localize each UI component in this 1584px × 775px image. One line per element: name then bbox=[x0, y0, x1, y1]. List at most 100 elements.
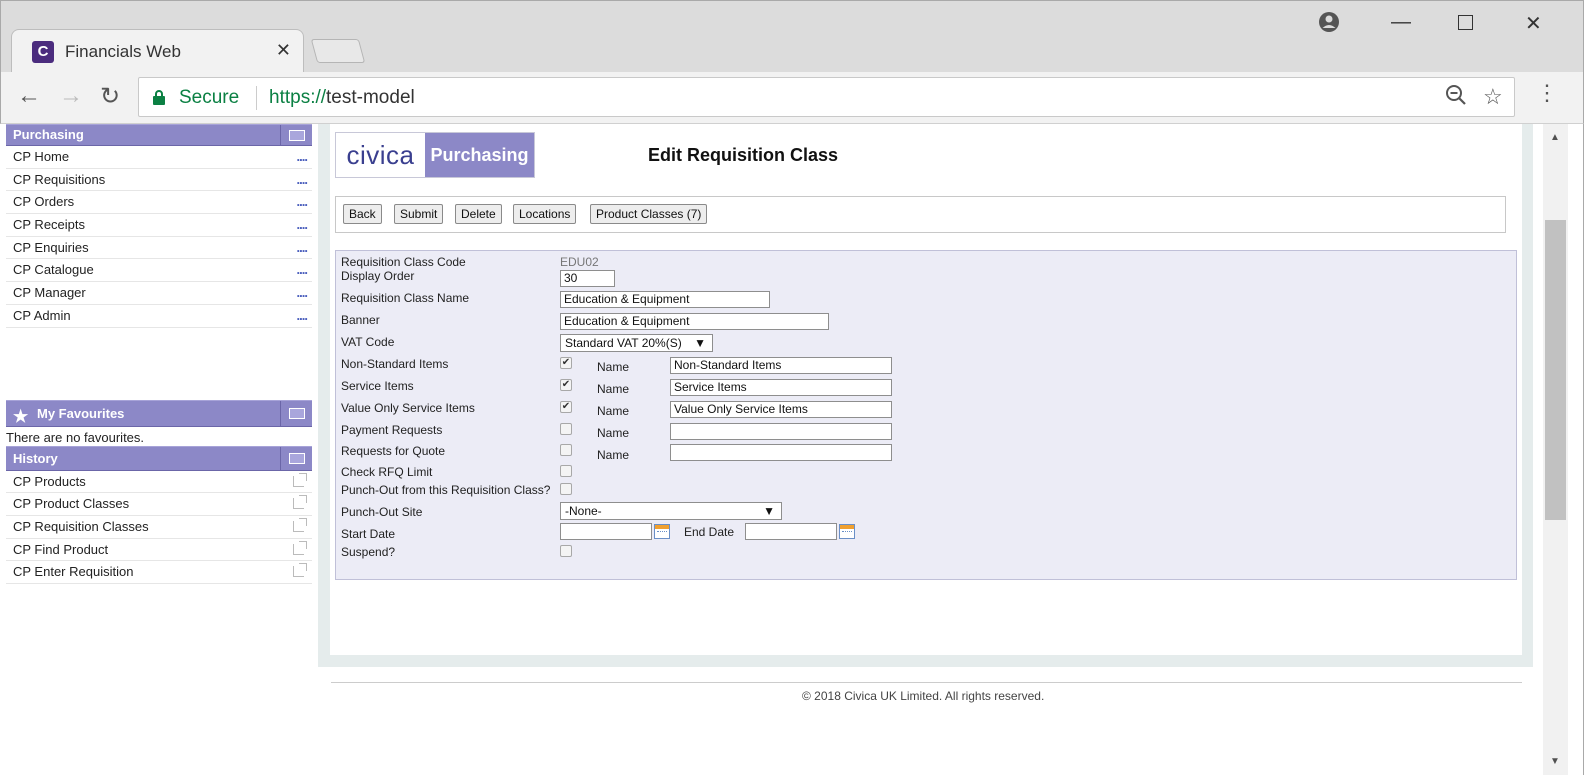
value-only-name-field[interactable]: Value Only Service Items bbox=[670, 401, 892, 418]
history-item-label: CP Enter Requisition bbox=[13, 564, 134, 580]
open-external-icon[interactable] bbox=[293, 472, 307, 487]
page-scrollbar[interactable]: ▲ ▼ bbox=[1543, 124, 1568, 775]
dropdown-arrow-icon: ▼ bbox=[763, 504, 775, 518]
check-rfq-limit-label: Check RFQ Limit bbox=[341, 465, 433, 479]
end-date-field[interactable] bbox=[745, 523, 837, 540]
more-options-icon[interactable]: .... bbox=[297, 146, 308, 167]
service-items-name-field[interactable]: Service Items bbox=[670, 379, 892, 396]
browser-menu-icon[interactable]: ⋮ bbox=[1536, 80, 1558, 106]
forward-arrow-icon[interactable]: → bbox=[59, 82, 83, 110]
new-tab-button[interactable] bbox=[310, 39, 366, 63]
open-external-icon[interactable] bbox=[293, 495, 307, 510]
vat-code-select[interactable]: Standard VAT 20%(S) ▼ bbox=[560, 334, 713, 352]
locations-button[interactable]: Locations bbox=[513, 204, 577, 224]
reload-icon[interactable]: ↻ bbox=[100, 82, 120, 111]
menu-item-label: CP Home bbox=[13, 149, 70, 164]
rfq-checkbox[interactable] bbox=[560, 444, 572, 456]
page-title: Edit Requisition Class bbox=[648, 145, 839, 165]
check-rfq-limit-checkbox[interactable] bbox=[560, 465, 572, 477]
scroll-up-icon[interactable]: ▲ bbox=[1550, 132, 1560, 143]
address-bar[interactable]: Secure https://test-model ☆ bbox=[138, 77, 1515, 117]
history-item-label: CP Products bbox=[13, 473, 86, 489]
sidebar-item-cp-manager[interactable]: CP Manager.... bbox=[6, 282, 312, 305]
tab-close-icon[interactable]: ✕ bbox=[276, 40, 291, 61]
url-text[interactable]: https://test-model bbox=[269, 87, 415, 109]
end-date-calendar-icon[interactable] bbox=[839, 524, 855, 539]
favourites-toggle-button[interactable] bbox=[280, 400, 312, 427]
sidebar-item-cp-receipts[interactable]: CP Receipts.... bbox=[6, 214, 312, 237]
zoom-out-icon[interactable] bbox=[1445, 84, 1467, 112]
punchout-site-select[interactable]: -None- ▼ bbox=[560, 502, 782, 520]
non-standard-checkbox[interactable]: ✔ bbox=[560, 357, 572, 369]
more-options-icon[interactable]: .... bbox=[297, 214, 308, 235]
window-close-icon[interactable]: ✕ bbox=[1525, 11, 1542, 36]
bookmark-star-icon[interactable]: ☆ bbox=[1483, 84, 1503, 110]
payment-requests-checkbox[interactable] bbox=[560, 423, 572, 435]
more-options-icon[interactable]: .... bbox=[297, 259, 308, 280]
non-standard-name-field[interactable]: Non-Standard Items bbox=[670, 357, 892, 374]
product-classes-button[interactable]: Product Classes (7) bbox=[590, 204, 708, 224]
panel-toggle-button[interactable] bbox=[280, 125, 312, 146]
banner-field[interactable]: Education & Equipment bbox=[560, 313, 829, 330]
suspend-checkbox[interactable] bbox=[560, 545, 572, 557]
open-external-icon[interactable] bbox=[293, 540, 307, 555]
rfq-label: Requests for Quote bbox=[341, 444, 446, 458]
logo-brand: civica bbox=[336, 133, 425, 177]
maximize-icon[interactable] bbox=[1458, 15, 1473, 30]
menu-item-label: CP Requisitions bbox=[13, 171, 106, 187]
sidebar-item-cp-orders[interactable]: CP Orders.... bbox=[6, 191, 312, 215]
submit-button[interactable]: Submit bbox=[394, 204, 444, 224]
back-button[interactable]: Back bbox=[343, 204, 382, 224]
minimize-icon[interactable]: — bbox=[1391, 11, 1411, 34]
value-only-checkbox[interactable]: ✔ bbox=[560, 401, 572, 413]
sidebar-item-cp-admin[interactable]: CP Admin.... bbox=[6, 305, 312, 328]
sidebar-item-cp-home[interactable]: CP Home.... bbox=[6, 146, 312, 169]
class-name-field[interactable]: Education & Equipment bbox=[560, 291, 770, 308]
display-order-field[interactable]: 30 bbox=[560, 270, 615, 287]
sidebar-item-cp-requisitions[interactable]: CP Requisitions.... bbox=[6, 169, 312, 192]
history-item-label: CP Requisition Classes bbox=[13, 518, 149, 534]
dropdown-arrow-icon: ▼ bbox=[694, 336, 706, 350]
scrollbar-thumb[interactable] bbox=[1545, 220, 1566, 520]
more-options-icon[interactable]: .... bbox=[297, 305, 308, 326]
browser-tab[interactable]: C Financials Web ✕ bbox=[11, 29, 304, 73]
service-items-name-label: Name bbox=[597, 382, 630, 396]
start-date-field[interactable] bbox=[560, 523, 652, 540]
payment-requests-name-field[interactable] bbox=[670, 423, 892, 440]
more-options-icon[interactable]: .... bbox=[297, 191, 308, 212]
punchout-checkbox[interactable] bbox=[560, 483, 572, 495]
browser-toolbar: ← → ↻ Secure https://test-model ☆ ⋮ bbox=[0, 72, 1584, 124]
start-date-calendar-icon[interactable] bbox=[654, 524, 670, 539]
history-item-cp-products[interactable]: CP Products bbox=[6, 471, 312, 494]
code-value: EDU02 bbox=[560, 255, 599, 269]
panel-window-icon bbox=[288, 408, 305, 419]
back-arrow-icon[interactable]: ← bbox=[17, 82, 41, 110]
vat-code-value: Standard VAT 20%(S) bbox=[565, 336, 682, 350]
open-external-icon[interactable] bbox=[293, 563, 307, 578]
service-items-checkbox[interactable]: ✔ bbox=[560, 379, 572, 391]
scroll-down-icon[interactable]: ▼ bbox=[1550, 756, 1560, 767]
history-item-cp-enter-requisition[interactable]: CP Enter Requisition bbox=[6, 561, 312, 584]
more-options-icon[interactable]: .... bbox=[297, 169, 308, 190]
non-standard-name-label: Name bbox=[597, 360, 630, 374]
history-item-cp-find-product[interactable]: CP Find Product bbox=[6, 539, 312, 562]
history-title: History bbox=[13, 450, 58, 466]
history-item-cp-product-classes[interactable]: CP Product Classes bbox=[6, 493, 312, 516]
rfq-name-field[interactable] bbox=[670, 444, 892, 461]
end-date-label: End Date bbox=[684, 525, 735, 539]
sidebar-item-cp-catalogue[interactable]: CP Catalogue.... bbox=[6, 259, 312, 283]
more-options-icon[interactable]: .... bbox=[297, 237, 308, 258]
url-host: test-model bbox=[326, 87, 415, 108]
punchout-label: Punch-Out from this Requisition Class? bbox=[341, 483, 551, 497]
open-external-icon[interactable] bbox=[293, 517, 307, 532]
delete-button[interactable]: Delete bbox=[455, 204, 502, 224]
url-scheme: https:// bbox=[269, 87, 327, 108]
profile-icon[interactable] bbox=[1318, 11, 1340, 39]
history-toggle-button[interactable] bbox=[280, 446, 312, 471]
more-options-icon[interactable]: .... bbox=[297, 282, 308, 303]
history-item-cp-requisition-classes[interactable]: CP Requisition Classes bbox=[6, 516, 312, 539]
purchasing-menu: CP Home.... CP Requisitions.... CP Order… bbox=[6, 146, 312, 328]
sidebar-item-cp-enquiries[interactable]: CP Enquiries.... bbox=[6, 237, 312, 260]
menu-item-label: CP Enquiries bbox=[13, 239, 89, 255]
